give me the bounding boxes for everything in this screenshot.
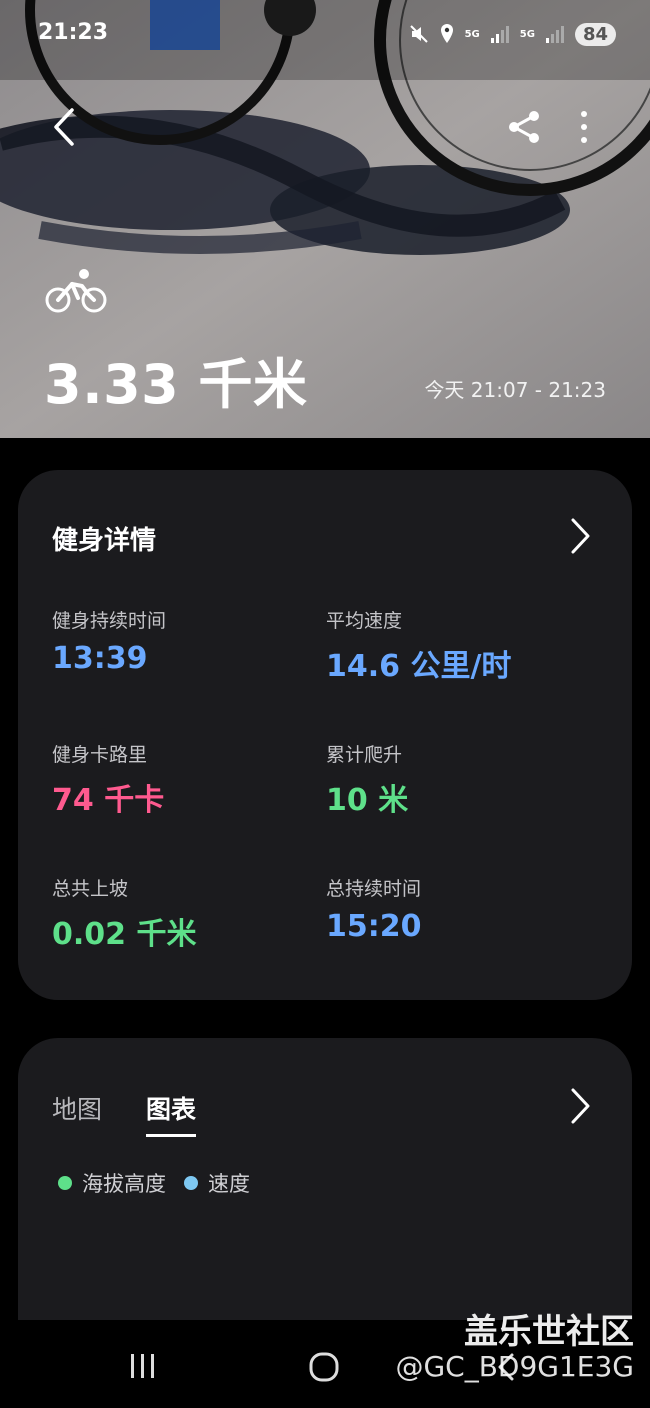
chevron-right-icon[interactable] (568, 1086, 592, 1126)
stat-total-duration: 总持续时间 15:20 (326, 874, 422, 944)
total-distance: 3.33 千米 (44, 353, 308, 416)
stat-calories: 健身卡路里 74 千卡 (52, 740, 164, 819)
watermark-user: @GC_BD9G1E3G (395, 1350, 634, 1383)
legend-label-altitude: 海拔高度 (82, 1172, 166, 1196)
stat-value: 74 千卡 (52, 783, 165, 818)
signal-2-icon (545, 26, 564, 43)
tab-chart[interactable]: 图表 (146, 1090, 197, 1137)
hero-photo-header: 21:23 5G 5G 84 3.33 千米 今天 21:07 - 21:23 (0, 0, 650, 438)
signal-2-label: 5G (519, 28, 535, 40)
workout-details-card[interactable]: 健身详情 健身持续时间 13:39 平均速度 14.6 公里/时 健身卡路里 7… (18, 470, 632, 1000)
signal-1-icon (490, 26, 509, 43)
home-icon[interactable] (308, 1352, 340, 1382)
stat-uphill-distance: 总共上坡 0.02 千米 (52, 874, 196, 953)
cycling-icon (45, 269, 107, 313)
workout-time-range: 今天 21:07 - 21:23 (424, 378, 606, 402)
watermark-community: 盖乐世社区 (464, 1312, 634, 1352)
stat-label: 累计爬升 (326, 744, 403, 766)
legend-label-speed: 速度 (208, 1172, 250, 1196)
stat-average-speed: 平均速度 14.6 公里/时 (326, 606, 511, 685)
stat-elevation-gain: 累计爬升 10 米 (326, 740, 408, 819)
chevron-right-icon[interactable] (568, 516, 592, 556)
stat-label: 健身卡路里 (52, 744, 148, 766)
tab-map[interactable]: 地图 (52, 1090, 102, 1134)
recent-apps-icon[interactable] (128, 1352, 158, 1380)
stat-value: 15:20 (326, 909, 422, 944)
stat-value: 0.02 千米 (52, 917, 197, 952)
chart-legend: 海拔高度 速度 (58, 1168, 250, 1198)
stat-label: 平均速度 (326, 610, 403, 632)
legend-dot-altitude (58, 1176, 72, 1190)
stat-label: 健身持续时间 (52, 610, 167, 632)
share-icon[interactable] (506, 108, 544, 146)
battery-indicator: 84 (574, 22, 616, 46)
back-arrow-icon[interactable] (44, 104, 84, 150)
location-icon (440, 24, 453, 43)
stat-label: 总共上坡 (52, 878, 129, 900)
status-time: 21:23 (38, 20, 109, 45)
more-options-icon[interactable] (570, 108, 598, 146)
status-bar: 21:23 5G 5G 84 (0, 0, 650, 66)
stat-value: 13:39 (52, 641, 148, 676)
signal-1-label: 5G (464, 28, 480, 40)
stat-value: 14.6 公里/时 (326, 649, 512, 684)
mute-icon (409, 25, 428, 43)
stat-workout-duration: 健身持续时间 13:39 (52, 606, 166, 676)
stat-value: 10 米 (326, 783, 409, 818)
details-title: 健身详情 (52, 526, 157, 556)
status-icons: 5G 5G 84 (409, 20, 616, 48)
legend-dot-speed (184, 1176, 198, 1190)
stat-label: 总持续时间 (326, 878, 422, 900)
